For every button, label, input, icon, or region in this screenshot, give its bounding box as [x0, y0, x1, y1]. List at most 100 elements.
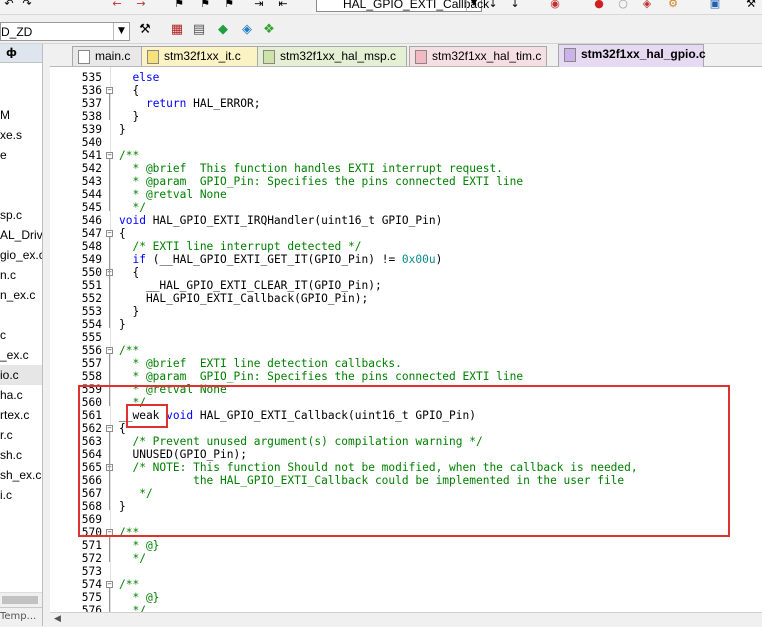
project-item[interactable]: sp.c	[0, 205, 42, 225]
find-in-files-icon[interactable]: ↧	[508, 0, 522, 11]
project-item[interactable]	[0, 305, 42, 325]
fold-toggle-icon[interactable]: −	[106, 529, 113, 536]
fold-toggle-icon[interactable]: −	[106, 230, 113, 237]
config-icon[interactable]: ⚙	[666, 0, 680, 11]
code-line[interactable]: 569	[50, 513, 762, 526]
code-line[interactable]: 551 __HAL_GPIO_EXTI_CLEAR_IT(GPIO_Pin);	[50, 279, 762, 292]
tab-stm32f1xx-it-c[interactable]: stm32f1xx_it.c	[141, 46, 259, 66]
debug-icon[interactable]: ◉	[548, 0, 562, 11]
project-item[interactable]: AL_Driv	[0, 225, 42, 245]
editor-hscrollbar[interactable]: ◀	[50, 612, 762, 627]
function-combo[interactable]: HAL_GPIO_EXTI_Callback ▼	[316, 0, 489, 12]
file-extensions-icon[interactable]: ▤	[190, 21, 208, 39]
code-line[interactable]: 563 /* Prevent unused argument(s) compil…	[50, 435, 762, 448]
chevron-down-icon[interactable]: ▼	[466, 0, 481, 11]
code-line[interactable]: 558 * @param GPIO_Pin: Specifies the pin…	[50, 370, 762, 383]
redo-icon[interactable]: ↷	[20, 0, 34, 11]
code-line[interactable]: 548 /* EXTI line interrupt detected */	[50, 240, 762, 253]
code-line[interactable]: 565− /* NOTE: This function Should not b…	[50, 461, 762, 474]
find-icon[interactable]: ↧	[486, 0, 500, 11]
target-select[interactable]: D_ZD ▼	[0, 22, 130, 41]
code-line[interactable]: 572 */	[50, 552, 762, 565]
code-line[interactable]: 566 the HAL_GPIO_EXTI_Callback could be …	[50, 474, 762, 487]
project-item[interactable]: c	[0, 325, 42, 345]
code-line[interactable]: 553 }	[50, 305, 762, 318]
unindent-icon[interactable]: ⇤	[276, 0, 290, 11]
bookmark-next-icon[interactable]: ⚑	[222, 0, 236, 11]
code-line[interactable]: 535 else	[50, 71, 762, 84]
project-item[interactable]: _ex.c	[0, 345, 42, 365]
project-item[interactable]: r.c	[0, 425, 42, 445]
code-line[interactable]: 541−/**	[50, 149, 762, 162]
code-line[interactable]: 557 * @brief EXTI line detection callbac…	[50, 357, 762, 370]
project-item[interactable]: i.c	[0, 485, 42, 505]
code-line[interactable]: 571 * @}	[50, 539, 762, 552]
project-item[interactable]	[0, 165, 42, 185]
code-line[interactable]: 555	[50, 331, 762, 344]
code-line[interactable]: 568}	[50, 500, 762, 513]
code-line[interactable]: 547−{	[50, 227, 762, 240]
forward-icon[interactable]: →	[134, 0, 148, 11]
project-tab-template[interactable]: Temp...	[0, 607, 42, 626]
window-icon[interactable]: ▣	[708, 0, 722, 11]
project-item[interactable]: M	[0, 105, 42, 125]
fold-toggle-icon[interactable]: −	[106, 152, 113, 159]
project-item[interactable]: n.c	[0, 265, 42, 285]
target-options-icon[interactable]: ⚒	[136, 21, 154, 39]
back-icon[interactable]: ←	[110, 0, 124, 11]
indent-icon[interactable]: ⇥	[252, 0, 266, 11]
project-item[interactable]: rtex.c	[0, 405, 42, 425]
code-line[interactable]: 539}	[50, 123, 762, 136]
breakpoint-icon[interactable]: ●	[592, 0, 606, 11]
project-item[interactable]: sh_ex.c	[0, 465, 42, 485]
code-line[interactable]: 543 * @param GPIO_Pin: Specifies the pin…	[50, 175, 762, 188]
code-line[interactable]: 561 __weak void HAL_GPIO_EXTI_Callback(ui…	[50, 409, 762, 422]
chevron-down-icon[interactable]: ▼	[113, 23, 129, 40]
code-line[interactable]: 574−/**	[50, 578, 762, 591]
code-line[interactable]: 576 */	[50, 604, 762, 612]
select-packs-icon[interactable]: ◈	[238, 21, 256, 39]
project-item[interactable]: n_ex.c	[0, 285, 42, 305]
fold-toggle-icon[interactable]: −	[106, 347, 113, 354]
code-line[interactable]: 536− {	[50, 84, 762, 97]
code-line[interactable]: 546 void HAL_GPIO_EXTI_IRQHandler(uint16_…	[50, 214, 762, 227]
code-line[interactable]: 560 */	[50, 396, 762, 409]
fold-toggle-icon[interactable]: −	[106, 581, 113, 588]
tools-icon[interactable]: ⚒	[744, 0, 758, 11]
code-line[interactable]: 567 */	[50, 487, 762, 500]
bookmark-icon[interactable]: ⚑	[172, 0, 186, 11]
bookmark-prev-icon[interactable]: ⚑	[198, 0, 212, 11]
breakpoint-disable-icon[interactable]: ○	[616, 0, 630, 11]
scroll-left-icon[interactable]: ◀	[54, 614, 61, 624]
code-line[interactable]: 545 */	[50, 201, 762, 214]
project-item[interactable]: xe.s	[0, 125, 42, 145]
fold-toggle-icon[interactable]: −	[106, 87, 113, 94]
project-item[interactable]: sh.c	[0, 445, 42, 465]
fold-toggle-icon[interactable]: −	[106, 425, 113, 432]
code-line[interactable]: 538 }	[50, 110, 762, 123]
project-item[interactable]: ha.c	[0, 385, 42, 405]
tab-stm32f1xx-hal-msp-c[interactable]: stm32f1xx_hal_msp.c	[257, 46, 407, 66]
pack-installer-icon[interactable]: ◆	[214, 21, 232, 39]
code-editor[interactable]: 535 else 536− {537 return HAL_ERROR; 538 }…	[50, 67, 762, 612]
code-line[interactable]: 559 * @retval None	[50, 383, 762, 396]
project-item[interactable]: e	[0, 145, 42, 165]
tab-stm32f1xx-hal-gpio-c[interactable]: stm32f1xx_hal_gpio.c	[558, 44, 706, 67]
manage-project-icon[interactable]: ▦	[168, 21, 186, 39]
code-line[interactable]: 544 * @retval None	[50, 188, 762, 201]
scrollbar-thumb[interactable]	[2, 596, 38, 604]
code-line[interactable]: 540	[50, 136, 762, 149]
code-line[interactable]: 562−{	[50, 422, 762, 435]
code-line[interactable]: 549 if (__HAL_GPIO_EXTI_GET_IT(GPIO_Pin)…	[50, 253, 762, 266]
code-line[interactable]: 573	[50, 565, 762, 578]
undo-icon[interactable]: ↶	[2, 0, 16, 11]
run-time-env-icon[interactable]: ❖	[260, 21, 278, 39]
code-line[interactable]: 542 * @brief This function handles EXTI …	[50, 162, 762, 175]
breakpoint-kill-icon[interactable]: ◈	[640, 0, 654, 11]
code-line[interactable]: 552 HAL_GPIO_EXTI_Callback(GPIO_Pin);	[50, 292, 762, 305]
code-line[interactable]: 554}	[50, 318, 762, 331]
code-line[interactable]: 564 UNUSED(GPIO_Pin);	[50, 448, 762, 461]
code-line[interactable]: 556−/**	[50, 344, 762, 357]
code-line[interactable]: 550− {	[50, 266, 762, 279]
tab-stm32f1xx-hal-tim-c[interactable]: stm32f1xx_hal_tim.c	[409, 46, 547, 66]
